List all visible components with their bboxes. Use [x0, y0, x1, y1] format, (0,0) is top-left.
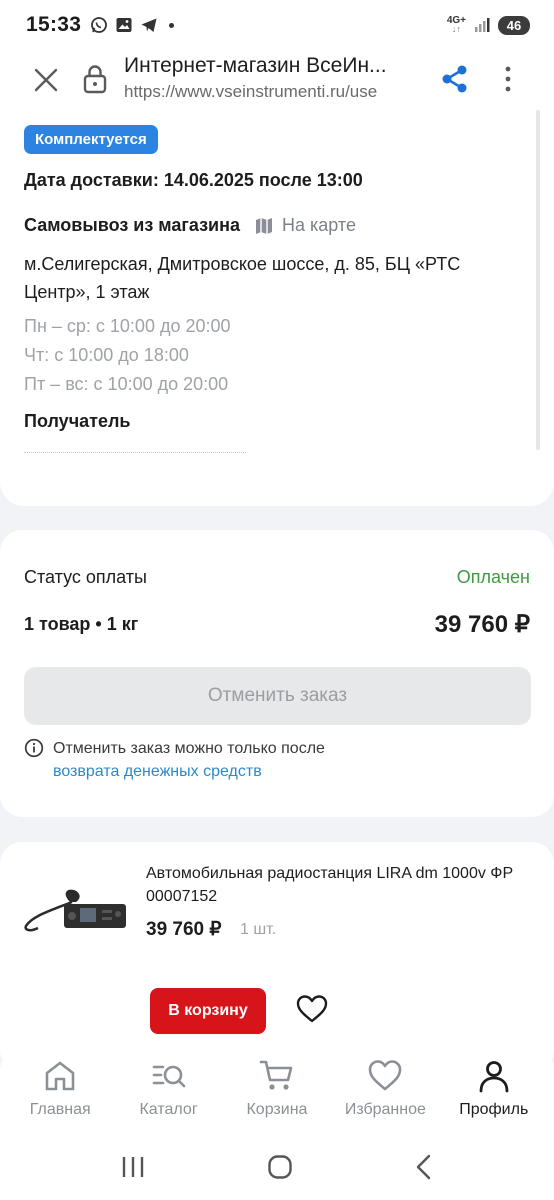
- pickup-title: Самовывоз из магазина: [24, 215, 240, 235]
- heart-icon[interactable]: [296, 994, 328, 1024]
- map-link-label: На карте: [282, 215, 356, 235]
- cancel-info: Отменить заказ можно только после возвра…: [24, 737, 325, 783]
- payment-status-value: Оплачен: [456, 567, 530, 587]
- product-image[interactable]: [22, 880, 132, 940]
- close-icon[interactable]: [32, 66, 60, 94]
- share-icon[interactable]: [440, 64, 470, 94]
- telegram-icon: [141, 18, 157, 32]
- lock-icon[interactable]: [82, 64, 108, 94]
- pickup-row: Самовывоз из магазина На карте: [24, 215, 356, 236]
- map-link[interactable]: На карте: [254, 215, 356, 236]
- home-button-icon[interactable]: [267, 1154, 293, 1180]
- hours-line: Чт: с 10:00 до 18:00: [24, 345, 189, 365]
- page-url: https://www.vseinstrumenti.ru/use: [124, 82, 378, 101]
- hours-line: Пн – ср: с 10:00 до 20:00: [24, 316, 231, 336]
- signal-icon: [475, 18, 490, 32]
- notification-icons: [90, 16, 175, 34]
- heart-icon: [369, 1060, 402, 1091]
- network-indicator: 4G+ ↓↑: [446, 15, 466, 34]
- gallery-icon: [116, 18, 132, 32]
- back-icon[interactable]: [414, 1154, 434, 1180]
- nav-catalog[interactable]: Каталог: [117, 1058, 221, 1134]
- nav-label: Главная: [29, 1101, 91, 1118]
- battery-badge: 46: [498, 15, 530, 35]
- nav-profile[interactable]: Профиль: [442, 1058, 546, 1134]
- items-summary: 1 товар • 1 кг: [24, 614, 139, 634]
- cancel-info-text: Отменить заказ можно только после возвра…: [53, 737, 325, 783]
- add-to-cart-button[interactable]: В корзину: [150, 988, 266, 1034]
- nav-label: Корзина: [246, 1101, 308, 1118]
- product-card: Автомобильная радиостанция LIRA dm 1000v…: [0, 842, 554, 1072]
- order-status-badge: Комплектуется: [24, 125, 158, 154]
- nav-label: Профиль: [459, 1101, 529, 1118]
- nav-label: Каталог: [139, 1101, 198, 1118]
- status-time: 15:33: [26, 13, 82, 36]
- cancel-info-line: Отменить заказ можно только после: [53, 740, 325, 757]
- nav-cart[interactable]: Корзина: [225, 1058, 329, 1134]
- browser-title-block[interactable]: Интернет-магазин ВсеИн... https://www.vs…: [124, 54, 424, 102]
- profile-icon: [479, 1061, 509, 1093]
- pickup-address: м.Селигерская, Дмитровское шоссе, д. 85,…: [24, 254, 461, 302]
- delivery-date: Дата доставки: 14.06.2025 после 13:00: [24, 170, 363, 190]
- browser-bar: Интернет-магазин ВсеИн... https://www.vs…: [0, 50, 554, 116]
- dot-icon: [169, 22, 175, 28]
- product-price: 39 760 ₽: [146, 919, 222, 940]
- payment-status-label: Статус оплаты: [24, 567, 147, 587]
- whatsapp-icon: [91, 17, 108, 33]
- system-navigation: [0, 1134, 554, 1200]
- recent-apps-icon[interactable]: [120, 1155, 146, 1179]
- order-total: 39 760 ₽: [434, 611, 530, 638]
- nav-favorites[interactable]: Избранное: [333, 1058, 437, 1134]
- nav-label: Избранное: [344, 1101, 426, 1118]
- page-title: Интернет-магазин ВсеИн...: [124, 54, 387, 77]
- scrollbar[interactable]: [536, 110, 540, 450]
- recipient-value-clipped: [24, 452, 246, 454]
- info-icon: [24, 738, 44, 758]
- catalog-search-icon: [152, 1065, 185, 1088]
- map-icon: [256, 217, 272, 234]
- product-name[interactable]: Автомобильная радиостанция LIRA dm 1000v…: [146, 862, 526, 908]
- bottom-navigation: Главная Каталог Корзина Избранное Профил…: [0, 1048, 554, 1134]
- nav-home[interactable]: Главная: [8, 1058, 112, 1134]
- status-bar: 15:33 4G+ ↓↑ 46: [0, 0, 554, 50]
- payment-card: Статус оплаты Оплачен 1 товар • 1 кг 39 …: [0, 530, 554, 817]
- home-icon: [45, 1061, 75, 1091]
- recipient-label: Получатель: [24, 411, 131, 431]
- refund-link[interactable]: возврата денежных средств: [53, 760, 325, 783]
- product-quantity: 1 шт.: [240, 921, 277, 938]
- cancel-order-button[interactable]: Отменить заказ: [24, 667, 531, 725]
- more-vertical-icon[interactable]: [498, 64, 518, 94]
- order-details-card: Комплектуется Дата доставки: 14.06.2025 …: [0, 110, 554, 506]
- cart-icon: [259, 1060, 293, 1090]
- hours-line: Пт – вс: с 10:00 до 20:00: [24, 374, 229, 394]
- store-hours: Пн – ср: с 10:00 до 20:00 Чт: с 10:00 до…: [24, 312, 231, 399]
